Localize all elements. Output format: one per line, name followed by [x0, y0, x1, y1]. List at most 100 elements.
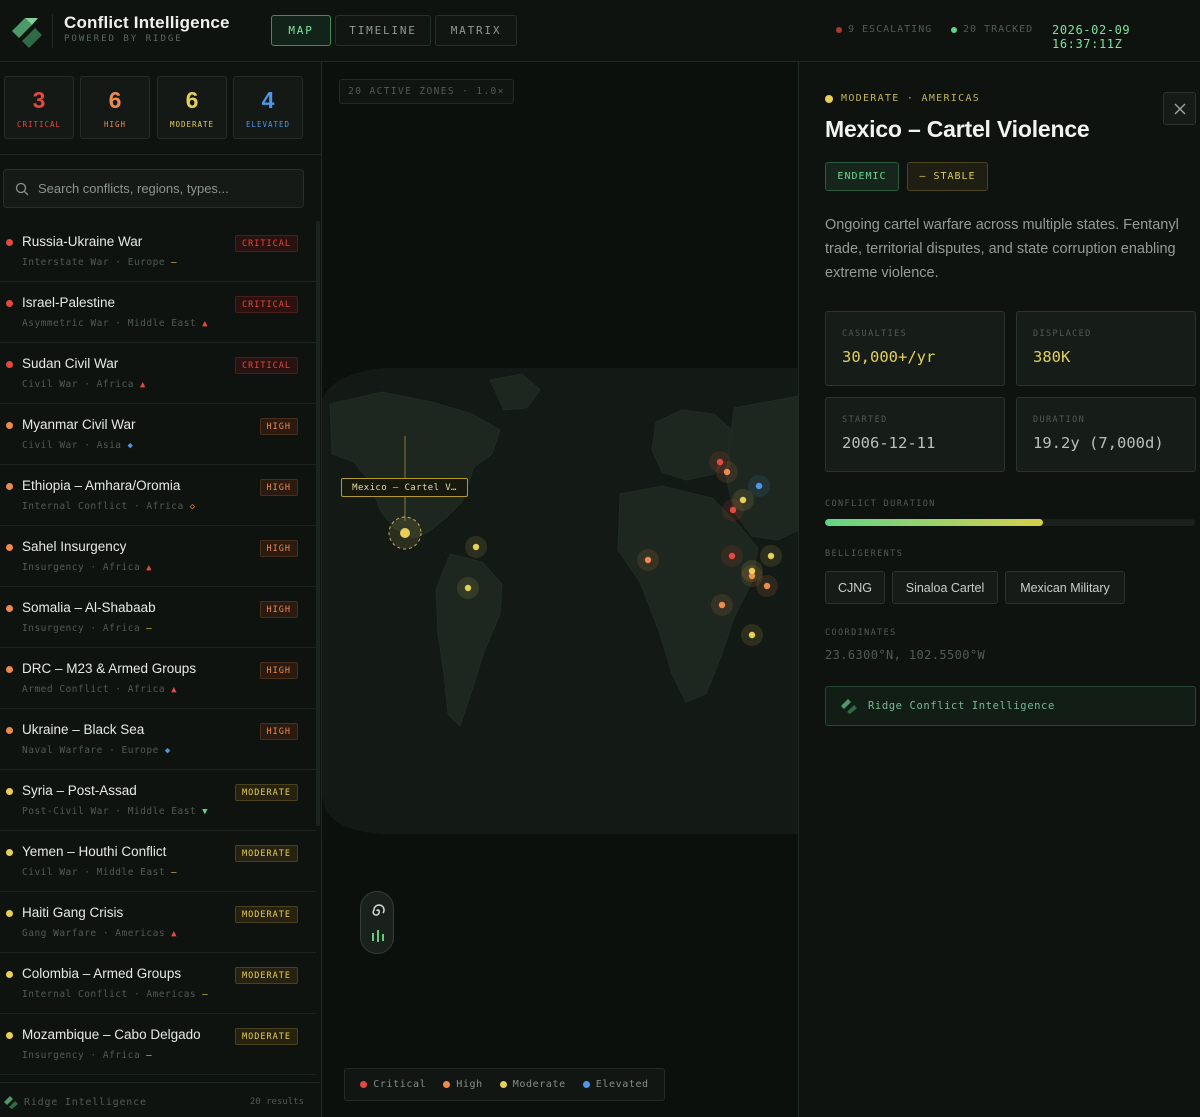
conflict-meta: Insurgency · Africa ▲	[22, 562, 152, 573]
map-controls	[360, 891, 394, 954]
stat-moderate-label: MODERATE	[169, 120, 215, 129]
tab-map[interactable]: MAP	[271, 15, 331, 46]
conflict-marker[interactable]	[400, 528, 410, 538]
detail-category-label: MODERATE · AMERICAS	[841, 93, 981, 104]
trend-icon: ▲	[171, 929, 177, 939]
conflict-meta-text: Insurgency · Africa	[22, 1050, 141, 1061]
stat-critical-label: CRITICAL	[16, 120, 62, 129]
list-item[interactable]: Ethiopia – Amhara/Oromia Internal Conflic…	[0, 465, 316, 526]
severity-dot-icon	[6, 361, 13, 368]
conflict-marker[interactable]	[723, 468, 731, 476]
legend-elevated-dot-icon	[582, 1081, 590, 1088]
list-item[interactable]: Sudan Civil War Civil War · Africa ▲ CRITIC…	[0, 343, 316, 404]
list-scrollbar[interactable]	[316, 221, 320, 826]
conflict-name: DRC – M23 & Armed Groups	[22, 661, 197, 676]
severity-stats: 3 CRITICAL 6 HIGH 6 MODERATE 4 ELEVATED	[0, 62, 322, 155]
severity-dot-icon	[6, 239, 13, 246]
conflict-meta: Post-Civil War · Middle East ▼	[22, 806, 208, 817]
conflict-marker[interactable]	[464, 584, 472, 592]
conflict-marker[interactable]	[767, 552, 775, 560]
conflict-marker[interactable]	[729, 506, 737, 514]
stat-critical[interactable]: 3 CRITICAL	[4, 76, 74, 139]
severity-dot-icon	[6, 483, 13, 490]
severity-dot-icon	[6, 727, 13, 734]
list-item[interactable]: Ukraine – Black Sea Naval Warfare · Europ…	[0, 709, 316, 770]
severity-badge: HIGH	[259, 540, 298, 557]
legend-high: High	[443, 1079, 482, 1090]
severity-badge: HIGH	[259, 723, 298, 740]
conflict-meta-text: Insurgency · Africa	[22, 562, 141, 573]
map-canvas[interactable]	[322, 62, 798, 1117]
conflict-name: Yemen – Houthi Conflict	[22, 844, 167, 859]
card-started-value: 2006-12-11	[842, 434, 936, 452]
conflict-meta: Civil War · Africa ▲	[22, 379, 146, 390]
severity-badge: MODERATE	[235, 845, 298, 862]
belligerent-chip[interactable]: Mexican Military	[1005, 571, 1125, 604]
stat-high-value: 6	[108, 87, 122, 113]
conflict-meta: Naval Warfare · Europe ◆	[22, 745, 171, 756]
duration-label: CONFLICT DURATION	[825, 499, 936, 509]
severity-dot-icon	[6, 910, 13, 917]
card-displaced-label: DISPLACED	[1033, 329, 1092, 339]
severity-badge: HIGH	[259, 418, 298, 435]
results-count: 20 results	[249, 1097, 304, 1107]
trend-icon: —	[171, 868, 177, 878]
list-item[interactable]: Russia-Ukraine War Interstate War · Europ…	[0, 221, 316, 282]
conflict-meta-text: Naval Warfare · Europe	[22, 745, 159, 756]
list-item[interactable]: Myanmar Civil War Civil War · Asia ◆ HIGH	[0, 404, 316, 465]
severity-badge: CRITICAL	[235, 235, 298, 252]
brand-text: Ridge Conflict Intelligence	[868, 700, 1055, 712]
conflict-name: Ukraine – Black Sea	[22, 722, 145, 737]
list-item[interactable]: Syria – Post-Assad Post-Civil War · Middl…	[0, 770, 316, 831]
spiral-icon[interactable]	[370, 903, 386, 919]
conflict-marker[interactable]	[644, 556, 652, 564]
list-item[interactable]: DRC – M23 & Armed Groups Armed Conflict ·…	[0, 648, 316, 709]
conflict-marker[interactable]	[728, 552, 736, 560]
conflict-meta-text: Asymmetric War · Middle East	[22, 318, 197, 329]
belligerent-chip[interactable]: CJNG	[825, 571, 885, 604]
stat-moderate[interactable]: 6 MODERATE	[157, 76, 227, 139]
stat-elevated[interactable]: 4 ELEVATED	[233, 76, 303, 139]
conflict-marker[interactable]	[755, 482, 763, 490]
close-button[interactable]	[1163, 92, 1196, 125]
active-zones-badge: 20 ACTIVE ZONES · 1.0×	[339, 79, 514, 104]
stat-high[interactable]: 6 HIGH	[80, 76, 150, 139]
search-input[interactable]	[38, 170, 298, 207]
card-casualties-label: CASUALTIES	[842, 329, 908, 339]
tab-timeline[interactable]: TIMELINE	[335, 15, 431, 46]
stat-moderate-value: 6	[185, 87, 199, 113]
list-item[interactable]: Haiti Gang Crisis Gang Warfare · Americas…	[0, 892, 316, 953]
audio-bars-icon[interactable]	[371, 929, 385, 943]
conflict-marker[interactable]	[763, 582, 771, 590]
trend-icon: —	[146, 624, 153, 634]
conflict-marker[interactable]	[472, 543, 480, 551]
conflict-meta: Insurgency · Africa —	[22, 623, 152, 634]
severity-dot-icon	[6, 300, 13, 307]
conflict-marker[interactable]	[748, 567, 756, 575]
legend-elevated-label: Elevated	[595, 1079, 649, 1090]
app-header: Conflict Intelligence POWERED BY RIDGE M…	[0, 0, 1200, 62]
search-box	[3, 169, 304, 208]
tracked-dot-icon	[951, 26, 957, 33]
trend-icon: ▲	[139, 380, 146, 390]
list-item[interactable]: Sahel Insurgency Insurgency · Africa ▲ HIGH	[0, 526, 316, 587]
tab-matrix[interactable]: MATRIX	[435, 15, 517, 46]
severity-badge: CRITICAL	[235, 357, 298, 374]
list-item[interactable]: Somalia – Al-Shabaab Insurgency · Africa —…	[0, 587, 316, 648]
world-map[interactable]: 20 ACTIVE ZONES · 1.0× Mexico – Cartel V…	[322, 62, 798, 1117]
conflict-meta: Interstate War · Europe —	[22, 257, 177, 268]
list-item[interactable]: Mozambique – Cabo Delgado Insurgency · Af…	[0, 1014, 316, 1075]
legend-moderate-label: Moderate	[512, 1079, 566, 1090]
conflict-marker[interactable]	[718, 601, 726, 609]
list-item[interactable]: Yemen – Houthi Conflict Civil War · Middl…	[0, 831, 316, 892]
list-item[interactable]: Colombia – Armed Groups Internal Conflict…	[0, 953, 316, 1014]
trend-icon: —	[202, 990, 209, 1000]
conflict-meta: Insurgency · Africa —	[22, 1050, 152, 1061]
severity-dot-icon	[6, 849, 13, 856]
tag-endemic: ENDEMIC	[825, 162, 899, 191]
belligerent-chip[interactable]: Sinaloa Cartel	[892, 571, 998, 604]
conflict-marker[interactable]	[748, 631, 756, 639]
list-item[interactable]: Israel-Palestine Asymmetric War · Middle …	[0, 282, 316, 343]
map-tooltip: Mexico – Cartel V…	[341, 478, 468, 497]
conflict-name: Mozambique – Cabo Delgado	[22, 1027, 201, 1042]
